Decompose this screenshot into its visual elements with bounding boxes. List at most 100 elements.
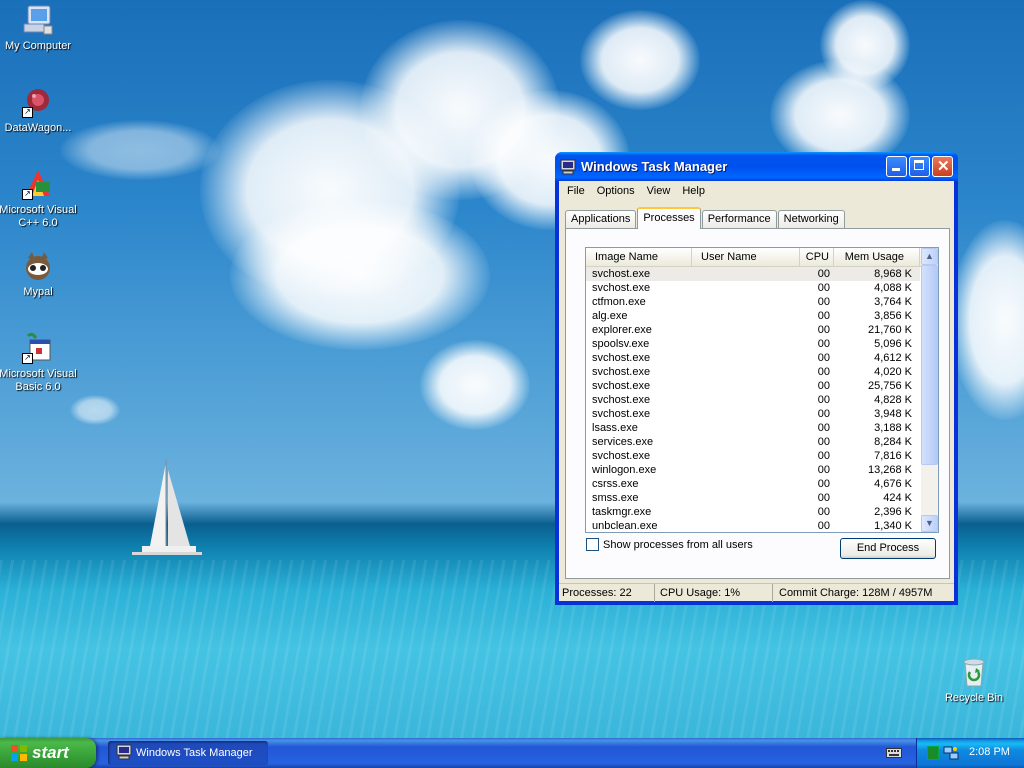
column-header-image-name[interactable]: Image Name <box>586 248 692 266</box>
process-list[interactable]: Image Name User Name CPU Mem Usage svcho… <box>585 247 939 533</box>
process-mem-usage: 4,020 K <box>874 366 912 378</box>
process-mem-usage: 7,816 K <box>874 450 912 462</box>
tab-performance[interactable]: Performance <box>701 210 777 228</box>
table-row[interactable]: csrss.exe 00 4,676 K <box>586 477 920 491</box>
table-row[interactable]: ctfmon.exe 00 3,764 K <box>586 295 920 309</box>
process-cpu: 00 <box>817 282 830 294</box>
start-button[interactable]: start <box>0 738 96 768</box>
process-mem-usage: 8,284 K <box>874 436 912 448</box>
process-user-name <box>692 379 800 393</box>
shortcut-arrow-icon: ↗ <box>22 107 33 118</box>
table-row[interactable]: taskmgr.exe 00 2,396 K <box>586 505 920 519</box>
table-row[interactable]: smss.exe 00 424 K <box>586 491 920 505</box>
table-row[interactable]: svchost.exe 00 7,816 K <box>586 449 920 463</box>
clock[interactable]: 2:08 PM <box>969 746 1010 758</box>
table-row[interactable]: spoolsv.exe 00 5,096 K <box>586 337 920 351</box>
task-manager-window[interactable]: Windows Task Manager ✕ File Options View… <box>555 152 958 605</box>
window-title: Windows Task Manager <box>581 159 728 174</box>
start-label: start <box>32 743 69 762</box>
process-image-name: svchost.exe <box>592 352 651 364</box>
taskbar-item-task-manager[interactable]: Windows Task Manager <box>108 741 268 765</box>
cloud <box>820 0 910 90</box>
scroll-up-button[interactable]: ▲ <box>921 248 938 265</box>
process-user-name <box>692 435 800 449</box>
process-image-name: alg.exe <box>592 310 628 322</box>
process-mem-usage: 4,088 K <box>874 282 912 294</box>
menu-options[interactable]: Options <box>591 185 641 197</box>
desktop-icon-my-computer[interactable]: My Computer <box>0 4 78 53</box>
desktop-icon-mypal[interactable]: Mypal <box>0 250 78 299</box>
process-cpu: 00 <box>817 366 830 378</box>
desktop-icon-visual-basic[interactable]: ↗ Microsoft Visual Basic 6.0 <box>0 332 78 394</box>
process-cpu: 00 <box>817 394 830 406</box>
keyboard-layout-icon[interactable] <box>886 746 902 763</box>
table-row[interactable]: svchost.exe 00 3,948 K <box>586 407 920 421</box>
process-image-name: taskmgr.exe <box>592 506 652 518</box>
process-user-name <box>692 323 800 337</box>
table-row[interactable]: alg.exe 00 3,856 K <box>586 309 920 323</box>
process-image-name: svchost.exe <box>592 394 651 406</box>
cloud <box>70 395 120 425</box>
process-cpu: 00 <box>817 352 830 364</box>
table-row[interactable]: svchost.exe 00 4,020 K <box>586 365 920 379</box>
table-row[interactable]: unbclean.exe 00 1,340 K <box>586 519 920 532</box>
visual-cpp-icon: ↗ <box>22 168 54 200</box>
table-row[interactable]: svchost.exe 00 4,088 K <box>586 281 920 295</box>
table-row[interactable]: svchost.exe 00 4,612 K <box>586 351 920 365</box>
table-row[interactable]: svchost.exe 00 25,756 K <box>586 379 920 393</box>
desktop-icon-label: Microsoft Visual C++ 6.0 <box>0 204 77 229</box>
network-icon[interactable] <box>943 745 959 764</box>
status-processes: Processes: 22 <box>559 584 655 602</box>
menu-file[interactable]: File <box>561 185 591 197</box>
shortcut-arrow-icon: ↗ <box>22 189 33 200</box>
system-tray: 2:08 PM <box>916 738 1024 768</box>
table-row[interactable]: services.exe 00 8,284 K <box>586 435 920 449</box>
process-image-name: svchost.exe <box>592 366 651 378</box>
process-user-name <box>692 421 800 435</box>
maximize-button[interactable] <box>909 156 930 177</box>
tray-app-icon[interactable] <box>927 746 939 760</box>
close-icon: ✕ <box>937 158 950 175</box>
close-button[interactable]: ✕ <box>932 156 953 177</box>
cloud <box>420 340 530 430</box>
vertical-scrollbar[interactable]: ▲ ▼ <box>921 248 938 532</box>
minimize-button[interactable] <box>886 156 907 177</box>
process-user-name <box>692 407 800 421</box>
scroll-thumb[interactable] <box>921 265 938 465</box>
desktop-icon-visual-cpp[interactable]: ↗ Microsoft Visual C++ 6.0 <box>0 168 78 230</box>
table-row[interactable]: lsass.exe 00 3,188 K <box>586 421 920 435</box>
tab-applications[interactable]: Applications <box>565 210 637 228</box>
column-header-cpu[interactable]: CPU <box>800 248 834 266</box>
table-row[interactable]: svchost.exe 00 4,828 K <box>586 393 920 407</box>
show-all-users-option[interactable]: Show processes from all users <box>586 538 753 551</box>
desktop-icon-datawagon[interactable]: ↗ DataWagon... <box>0 86 78 135</box>
process-mem-usage: 5,096 K <box>874 338 912 350</box>
process-image-name: services.exe <box>592 436 654 448</box>
process-mem-usage: 3,948 K <box>874 408 912 420</box>
scroll-down-button[interactable]: ▼ <box>921 515 938 532</box>
process-image-name: svchost.exe <box>592 380 651 392</box>
menu-help[interactable]: Help <box>676 185 711 197</box>
cloud <box>60 120 220 180</box>
end-process-button[interactable]: End Process <box>840 538 936 559</box>
table-row[interactable]: explorer.exe 00 21,760 K <box>586 323 920 337</box>
process-cpu: 00 <box>817 436 830 448</box>
process-image-name: explorer.exe <box>592 324 652 336</box>
process-cpu: 00 <box>817 324 830 336</box>
menu-view[interactable]: View <box>641 185 677 197</box>
table-row[interactable]: winlogon.exe 00 13,268 K <box>586 463 920 477</box>
column-header-mem-usage[interactable]: Mem Usage <box>834 248 920 266</box>
process-cpu: 00 <box>817 464 830 476</box>
tab-processes[interactable]: Processes <box>637 207 701 229</box>
show-all-users-checkbox[interactable] <box>586 538 599 551</box>
tab-networking[interactable]: Networking <box>777 210 845 228</box>
title-bar[interactable]: Windows Task Manager ✕ <box>555 152 958 181</box>
column-header-user-name[interactable]: User Name <box>692 248 800 266</box>
process-mem-usage: 4,828 K <box>874 394 912 406</box>
desktop-icon-recycle-bin[interactable]: Recycle Bin <box>934 656 1014 705</box>
table-row[interactable]: svchost.exe 00 8,968 K <box>586 267 920 281</box>
taskbar: start Windows Task Manager 2:08 PM <box>0 738 1024 768</box>
mypal-icon <box>22 250 54 282</box>
process-user-name <box>692 449 800 463</box>
cloud <box>950 220 1024 420</box>
